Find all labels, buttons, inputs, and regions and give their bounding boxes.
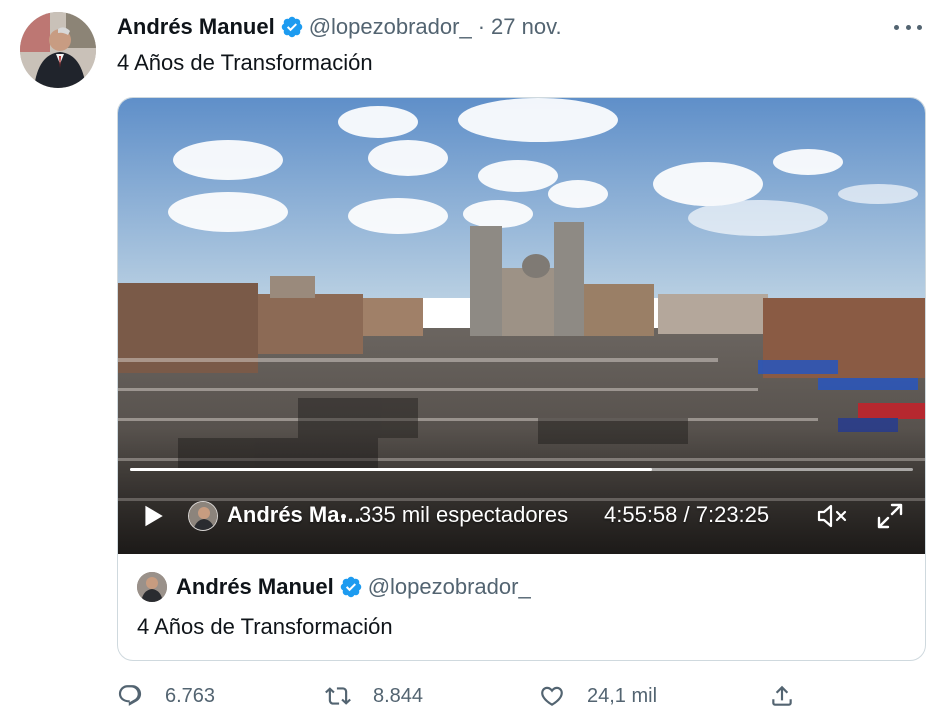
author-avatar[interactable] <box>20 12 96 88</box>
tweet-date[interactable]: 27 nov. <box>491 14 562 40</box>
action-bar: 6.763 8.844 24,1 mil <box>117 680 926 712</box>
share-icon <box>772 685 792 706</box>
retweet-button[interactable]: 8.844 <box>325 680 423 712</box>
quoted-tweet[interactable]: Andrés Manuel @lopezobrador_ 4 Años de T… <box>118 554 925 660</box>
tweet-text: 4 Años de Transformación <box>117 50 373 75</box>
reply-icon <box>118 685 142 706</box>
quoted-author-handle[interactable]: @lopezobrador_ <box>368 574 531 600</box>
retweet-icon <box>325 687 351 705</box>
more-icon[interactable] <box>894 14 922 40</box>
fullscreen-icon[interactable] <box>876 502 904 530</box>
quoted-text: 4 Años de Transformación <box>137 614 393 639</box>
reply-count: 6.763 <box>165 684 216 707</box>
viewer-count: 335 mil espectadores <box>359 502 569 527</box>
video-progress-bar[interactable] <box>130 468 913 471</box>
quoted-video-card[interactable]: Andrés Ma… 335 mil espectadores 4:55:58 … <box>117 97 926 661</box>
tweet-header: Andrés Manuel @lopezobrador_ · 27 nov. <box>117 14 562 40</box>
like-button[interactable]: 24,1 mil <box>539 680 657 712</box>
mute-icon[interactable] <box>816 502 848 530</box>
quoted-author-avatar[interactable] <box>137 572 167 602</box>
author-name[interactable]: Andrés Manuel <box>117 14 275 40</box>
video-frame <box>118 98 925 554</box>
verified-icon <box>340 576 361 598</box>
video-controls: Andrés Ma… 335 mil espectadores 4:55:58 … <box>118 494 925 538</box>
separator-dot: · <box>477 14 486 39</box>
video-time: 4:55:58 / 7:23:25 <box>604 502 770 527</box>
retweet-count: 8.844 <box>373 684 424 707</box>
like-icon <box>541 686 563 706</box>
quoted-author-name[interactable]: Andrés Manuel <box>176 574 334 600</box>
quoted-header: Andrés Manuel @lopezobrador_ <box>176 574 531 600</box>
broadcaster-avatar[interactable] <box>188 501 218 531</box>
reply-button[interactable]: 6.763 <box>117 680 215 712</box>
like-count: 24,1 mil <box>587 684 658 707</box>
author-handle[interactable]: @lopezobrador_ <box>309 14 472 40</box>
share-button[interactable] <box>769 680 795 712</box>
live-separator-dot <box>341 514 346 519</box>
video-player[interactable]: Andrés Ma… 335 mil espectadores 4:55:58 … <box>118 98 925 554</box>
verified-icon <box>281 16 302 38</box>
play-icon[interactable] <box>140 503 166 529</box>
video-progress-fill <box>130 468 653 471</box>
